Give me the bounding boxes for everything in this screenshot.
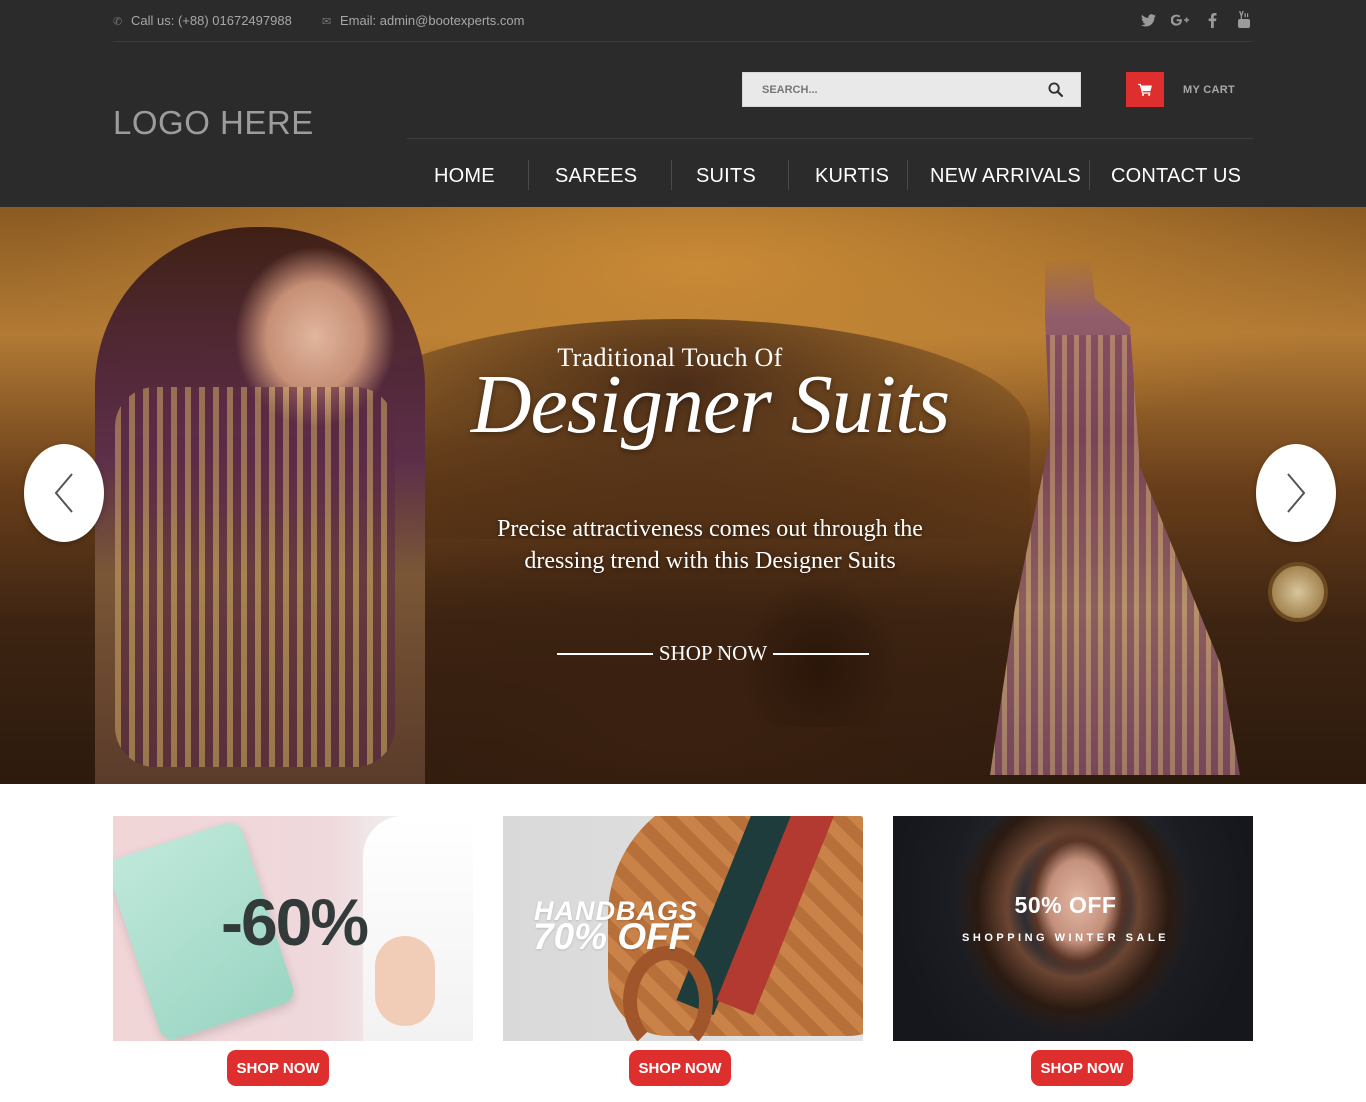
hero-description-line: dressing trend with this Designer Suits: [524, 548, 896, 574]
slider-next-button[interactable]: [1256, 444, 1336, 542]
google-plus-icon[interactable]: [1171, 10, 1189, 30]
nav-item-sarees[interactable]: SAREES: [555, 146, 637, 206]
phone-info: ✆ Call us: (+88) 01672497988: [113, 13, 292, 28]
hero-description-line: Precise attractiveness comes out through…: [497, 516, 923, 542]
email-info: ✉ Email: admin@bootexperts.com: [322, 13, 524, 28]
promo-model-face: [983, 816, 1163, 1041]
nav-separator: [907, 160, 908, 190]
hero-title: Designer Suits: [470, 358, 950, 451]
main-nav: HOME SAREES SUITS KURTIS NEW ARRIVALS CO…: [407, 146, 1253, 206]
promo-hand-image: [375, 936, 435, 1026]
promo-banner-handbags[interactable]: HANDBAGS 70% OFF: [503, 816, 863, 1041]
nav-divider: [407, 138, 1253, 139]
cta-line-left: [557, 653, 653, 655]
promo-banner-winter-sale[interactable]: 50% OFF SHOPPING WINTER SALE: [893, 816, 1253, 1041]
site-header: ✆ Call us: (+88) 01672497988 ✉ Email: admi…: [0, 0, 1366, 207]
nav-separator: [1089, 160, 1090, 190]
search-input[interactable]: [743, 73, 1033, 106]
chevron-left-icon: [54, 473, 73, 513]
promo-banner-discount[interactable]: -60%: [113, 816, 473, 1041]
hero-shop-now[interactable]: SHOP NOW: [557, 637, 869, 669]
my-cart-link[interactable]: MY CART: [1183, 84, 1235, 96]
hero-model-left: [95, 227, 425, 784]
top-bar: ✆ Call us: (+88) 01672497988 ✉ Email: admi…: [113, 0, 1253, 42]
email-text: Email: admin@bootexperts.com: [340, 13, 525, 28]
nav-separator: [671, 160, 672, 190]
hero-slider: Traditional Touch Of Designer Suits Prec…: [0, 207, 1366, 784]
search-bar: [742, 72, 1081, 107]
promo-shop-now-button[interactable]: SHOP NOW: [1031, 1050, 1133, 1086]
promo-handbags-discount: 70% OFF: [533, 916, 692, 957]
nav-separator: [788, 160, 789, 190]
phone-icon: ✆: [113, 16, 123, 28]
site-logo[interactable]: LOGO HERE: [113, 104, 314, 142]
twitter-icon[interactable]: [1139, 10, 1157, 30]
social-links: [1139, 10, 1253, 32]
nav-item-kurtis[interactable]: KURTIS: [815, 146, 889, 206]
phone-text: Call us: (+88) 01672497988: [131, 13, 292, 28]
facebook-icon[interactable]: [1203, 10, 1221, 30]
hero-description: Precise attractiveness comes out through…: [420, 513, 1000, 577]
youtube-icon[interactable]: [1235, 10, 1253, 30]
nav-separator: [528, 160, 529, 190]
cta-line-right: [773, 653, 869, 655]
dress-pattern: [115, 387, 395, 767]
promo-shop-now-button[interactable]: SHOP NOW: [629, 1050, 731, 1086]
nav-item-suits[interactable]: SUITS: [696, 146, 756, 206]
chevron-right-icon: [1287, 473, 1306, 513]
promo-winter-subtitle: SHOPPING WINTER SALE: [962, 932, 1169, 944]
search-button[interactable]: [1030, 73, 1080, 106]
nav-item-home[interactable]: HOME: [434, 146, 495, 206]
nav-item-contact-us[interactable]: CONTACT US: [1111, 146, 1241, 206]
nav-item-new-arrivals[interactable]: NEW ARRIVALS: [930, 146, 1081, 206]
slider-prev-button[interactable]: [24, 444, 104, 542]
hero-shop-now-label[interactable]: SHOP NOW: [653, 641, 773, 666]
search-icon: [1047, 82, 1063, 97]
promo-discount-text: -60%: [221, 885, 369, 959]
dress-pattern: [990, 335, 1240, 775]
cart-button[interactable]: [1126, 72, 1164, 107]
promo-winter-discount: 50% OFF: [1014, 892, 1117, 918]
promo-shop-now-button[interactable]: SHOP NOW: [227, 1050, 329, 1086]
envelope-icon: ✉: [322, 16, 332, 28]
shopping-cart-icon: [1137, 83, 1152, 96]
hero-clock-prop: [1268, 562, 1328, 622]
